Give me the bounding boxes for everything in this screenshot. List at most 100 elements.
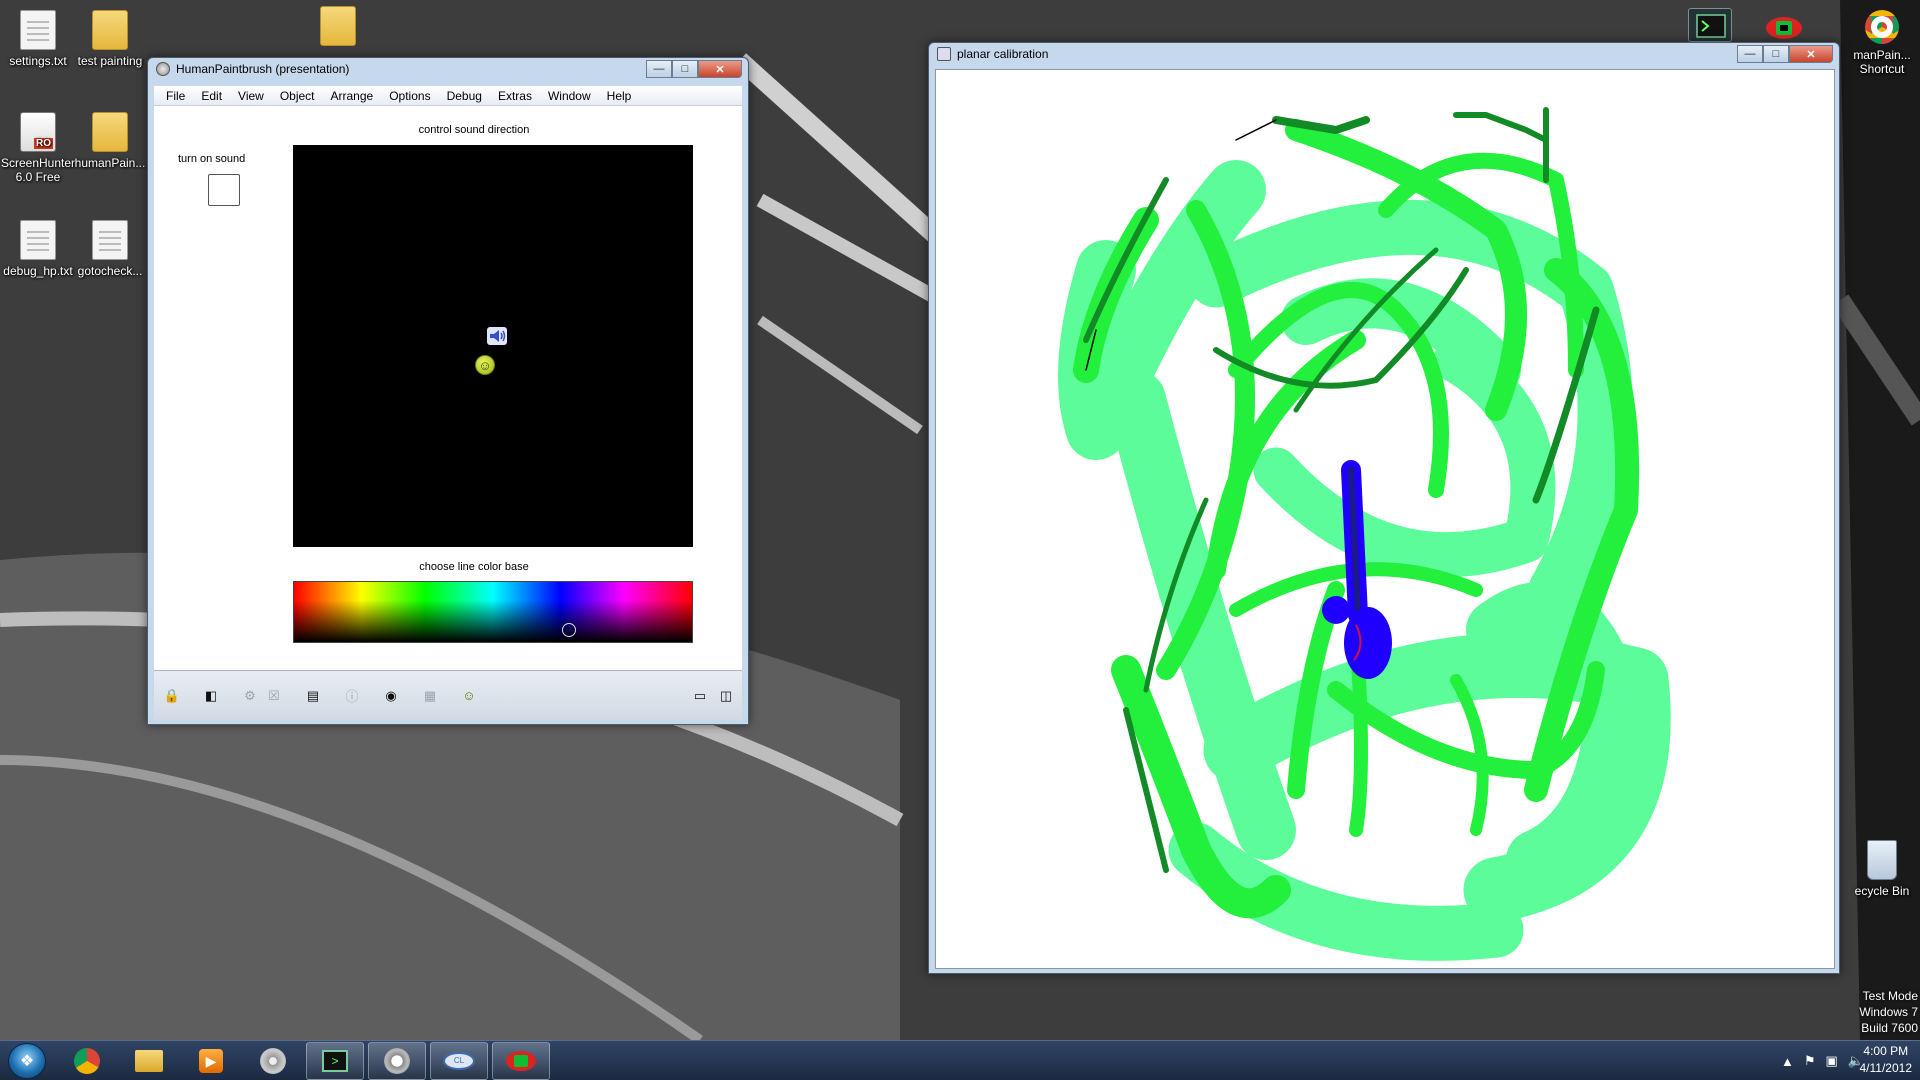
- app-icon: [937, 47, 951, 61]
- desktop-icon-humanpain-shortcut[interactable]: manPain... Shortcut: [1844, 10, 1920, 76]
- desktop-icon-debug-hp[interactable]: debug_hp.txt: [0, 220, 76, 278]
- menu-options[interactable]: Options: [381, 89, 438, 103]
- desktop-icon-label: ecycle Bin: [1854, 884, 1910, 898]
- tools-icon[interactable]: ⚙: [240, 686, 260, 706]
- folder-icon: [320, 6, 356, 46]
- bottom-toolbar: 🔒 ◧ ⚙ ☒ ▤ ⓘ ◉ ▦ ☺ ▭ ◫: [154, 670, 742, 720]
- test-mode-line-1: Test Mode: [1862, 989, 1918, 1003]
- desktop-icon-recycle-bin[interactable]: ecycle Bin: [1844, 840, 1920, 898]
- chrome-icon: [1865, 10, 1899, 44]
- window-titlebar[interactable]: HumanPaintbrush (presentation) — □ ✕: [148, 58, 748, 80]
- hp-client-area: turn on sound control sound direction ☺ …: [154, 106, 742, 670]
- planar-calibration-window[interactable]: planar calibration — □ ✕: [928, 42, 1840, 974]
- desktop-icon-gotocheck[interactable]: gotocheck...: [72, 220, 148, 278]
- close-button[interactable]: ✕: [1789, 45, 1833, 63]
- text-file-icon: [20, 10, 56, 50]
- sound-direction-pad[interactable]: ☺: [293, 145, 693, 547]
- smiley-icon[interactable]: ☺: [459, 686, 479, 706]
- info-icon[interactable]: ⓘ: [342, 686, 362, 706]
- taskbar-opencl[interactable]: CL: [430, 1042, 488, 1080]
- close-small-icon[interactable]: ☒: [264, 686, 284, 706]
- taskbar-terminal[interactable]: >: [306, 1042, 364, 1080]
- taskbar-disc[interactable]: [244, 1042, 302, 1080]
- close-button[interactable]: ✕: [698, 60, 742, 78]
- menu-arrange[interactable]: Arrange: [323, 89, 382, 103]
- calibration-canvas[interactable]: [935, 69, 1835, 969]
- paint-strokes: [1058, 107, 1671, 961]
- dark-stroke: [1235, 119, 1277, 141]
- desktop-icon-label: settings.txt: [9, 54, 67, 68]
- menu-edit[interactable]: Edit: [193, 89, 230, 103]
- slider-icon[interactable]: ◉: [381, 686, 401, 706]
- menu-view[interactable]: View: [230, 89, 272, 103]
- lock-icon[interactable]: 🔒: [162, 686, 182, 706]
- maximize-button[interactable]: □: [672, 60, 698, 78]
- layers-icon[interactable]: ◧: [201, 686, 221, 706]
- minimize-button[interactable]: —: [1737, 45, 1763, 63]
- sound-direction-label: control sound direction: [418, 124, 530, 136]
- taskbar-chrome[interactable]: [58, 1042, 116, 1080]
- app-icon: [156, 62, 170, 76]
- recycle-bin-icon: [1867, 840, 1897, 880]
- start-button[interactable]: ❖: [8, 1043, 46, 1079]
- taskbar-chrome-dev[interactable]: [368, 1042, 426, 1080]
- text-file-icon: [20, 220, 56, 260]
- humanpaintbrush-window[interactable]: HumanPaintbrush (presentation) — □ ✕ Fil…: [147, 57, 749, 725]
- menu-window[interactable]: Window: [540, 89, 599, 103]
- layout-split-icon[interactable]: ◫: [716, 686, 736, 706]
- menu-extras[interactable]: Extras: [490, 89, 540, 103]
- test-mode-line-3: Build 7600: [1861, 1021, 1918, 1035]
- terminal-icon: [1696, 14, 1726, 38]
- desktop-icon-label: manPain... Shortcut: [1853, 48, 1911, 76]
- eye-app-mini[interactable]: [1762, 8, 1806, 42]
- window-titlebar[interactable]: planar calibration — □ ✕: [929, 43, 1839, 65]
- window-title: planar calibration: [957, 47, 1049, 61]
- menu-bar: File Edit View Object Arrange Options De…: [154, 86, 742, 106]
- test-mode-line-2: Windows 7: [1859, 1005, 1918, 1019]
- desktop-icon-folder-top[interactable]: [300, 6, 376, 50]
- layout-single-icon[interactable]: ▭: [690, 686, 710, 706]
- listener-smiley-icon[interactable]: ☺: [475, 355, 495, 375]
- desktop-icon-settings[interactable]: settings.txt: [0, 10, 76, 68]
- desktop-icon-humanpain[interactable]: humanPain...: [72, 112, 148, 170]
- minimize-button[interactable]: —: [646, 60, 672, 78]
- clock-time: 4:00 PM: [1863, 1044, 1909, 1058]
- screenhunter-icon: [20, 112, 56, 152]
- tray-expand-icon[interactable]: ▲: [1781, 1054, 1794, 1069]
- action-center-icon[interactable]: ⚑: [1804, 1053, 1816, 1069]
- speaker-icon[interactable]: [486, 326, 508, 346]
- taskbar-media-player[interactable]: ▶: [182, 1042, 240, 1080]
- folder-icon: [92, 10, 128, 50]
- clock-date: 4/11/2012: [1859, 1061, 1913, 1075]
- desktop-icon-test-painting[interactable]: test painting: [72, 10, 148, 68]
- color-picker-handle[interactable]: [561, 623, 576, 637]
- taskbar-explorer[interactable]: [120, 1042, 178, 1080]
- line-color-label: choose line color base: [419, 561, 529, 573]
- network-icon[interactable]: ▣: [1826, 1053, 1838, 1069]
- chrome-dev-icon: [384, 1048, 410, 1074]
- taskbar-clock[interactable]: 4:00 PM 4/11/2012: [1860, 1043, 1913, 1077]
- desktop-icon-label: humanPain...: [74, 156, 146, 170]
- menu-file[interactable]: File: [158, 89, 193, 103]
- desktop-icon-label: debug_hp.txt: [3, 264, 73, 278]
- folder-icon: [92, 112, 128, 152]
- maximize-button[interactable]: □: [1763, 45, 1789, 63]
- sound-checkbox[interactable]: [208, 174, 240, 206]
- desktop-icon-label: ScreenHunter 6.0 Free: [0, 156, 76, 184]
- grid-icon[interactable]: ▦: [420, 686, 440, 706]
- desktop-icon-screenhunter[interactable]: ScreenHunter 6.0 Free: [0, 112, 76, 184]
- menu-debug[interactable]: Debug: [439, 89, 490, 103]
- menu-help[interactable]: Help: [599, 89, 640, 103]
- desktop-icon-label: gotocheck...: [77, 264, 143, 278]
- chrome-icon: [74, 1048, 100, 1074]
- desktop-icon-label: test painting: [77, 54, 143, 68]
- menu-object[interactable]: Object: [272, 89, 323, 103]
- test-mode-watermark: Test Mode Windows 7 Build 7600: [1859, 988, 1918, 1036]
- terminal-icon: >: [322, 1050, 348, 1072]
- chart-icon[interactable]: ▤: [303, 686, 323, 706]
- line-color-picker[interactable]: [293, 581, 693, 643]
- explorer-icon: [135, 1050, 163, 1072]
- taskbar-eye-app[interactable]: [492, 1042, 550, 1080]
- terminal-app-mini[interactable]: [1688, 8, 1732, 42]
- taskbar: ❖ ▶ > CL ▲ ⚑ ▣ 🔈 4:00 PM 4/11/2012: [0, 1040, 1920, 1080]
